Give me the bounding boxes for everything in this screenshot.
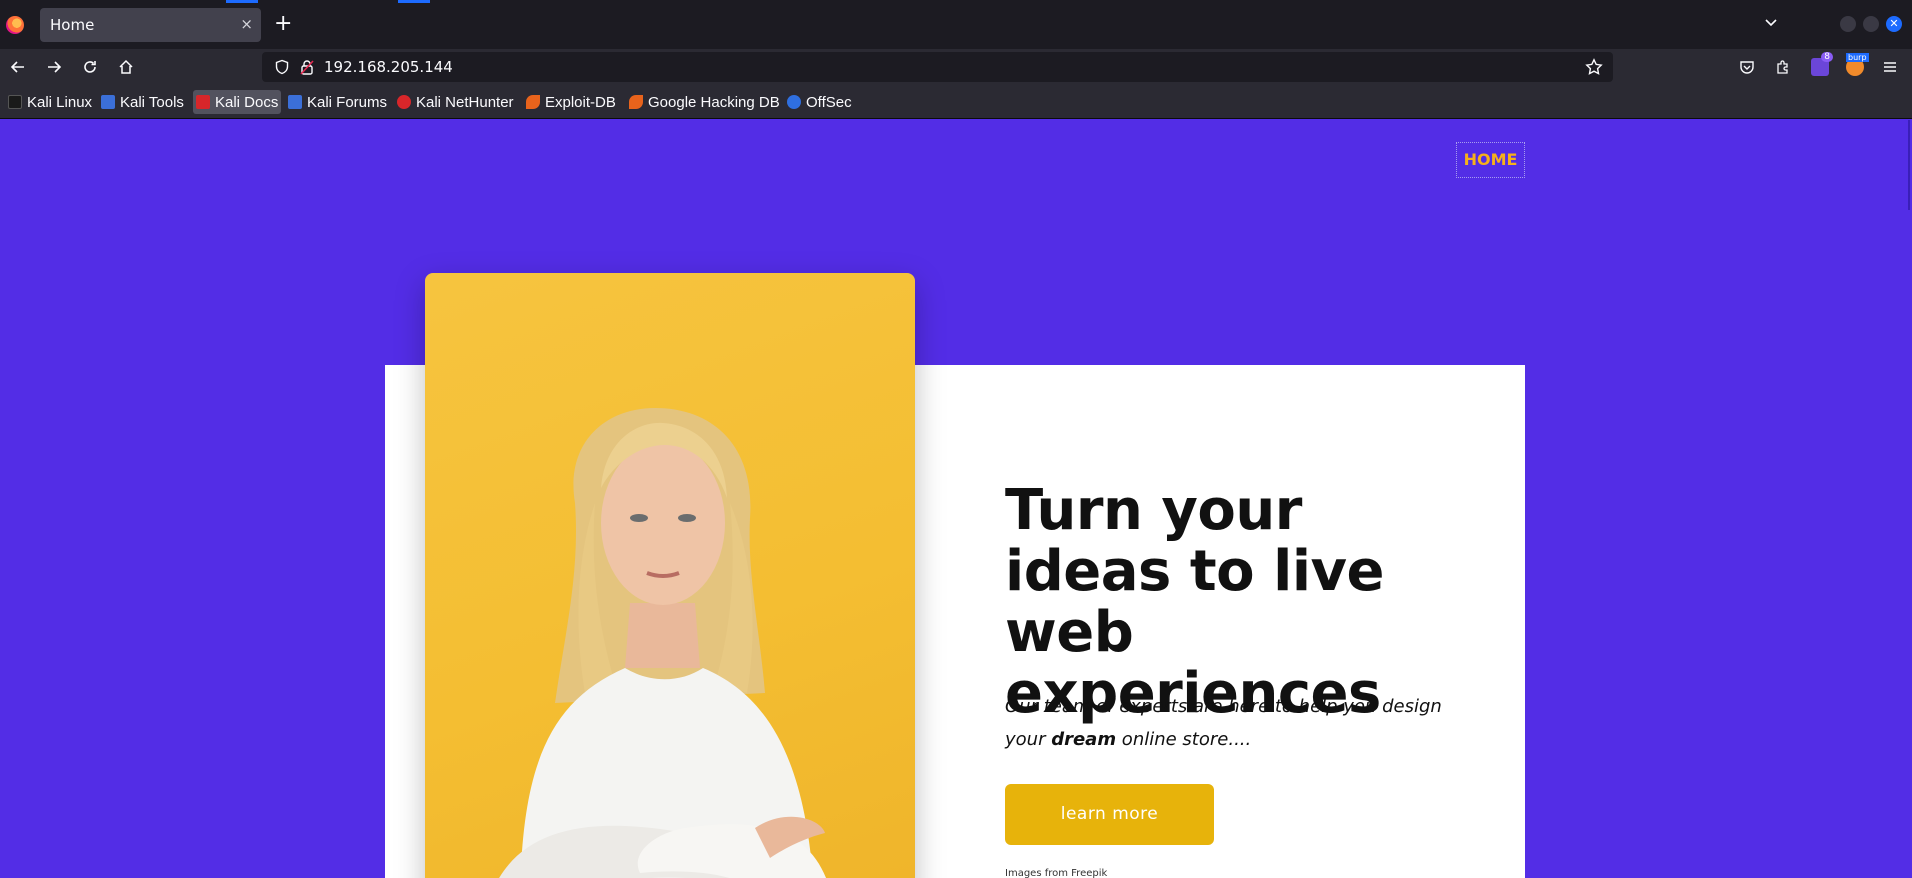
extension-icon: 8 <box>1811 52 1833 76</box>
address-bar[interactable]: 192.168.205.144 <box>262 52 1613 82</box>
bookmark-label: OffSec <box>806 93 852 111</box>
hero-subtext-part2: online store.... <box>1116 729 1252 750</box>
offsec-icon <box>787 95 801 109</box>
bookmark-label: Kali Linux <box>27 93 93 111</box>
kali-dragon-icon <box>8 95 22 109</box>
home-button[interactable] <box>114 55 138 79</box>
bookmark-kali-tools[interactable]: Kali Tools <box>98 90 187 114</box>
ghdb-icon <box>629 95 643 109</box>
puzzle-icon <box>1777 60 1788 74</box>
bookmark-label: Exploit-DB <box>545 93 616 111</box>
burp-icon: burp <box>1846 53 1869 76</box>
forward-button[interactable] <box>42 55 66 79</box>
bookmark-label: Kali Forums <box>307 93 388 111</box>
kali-tools-icon <box>101 95 115 109</box>
hero-subtext: Our team of experts are here to help you… <box>1005 690 1465 756</box>
bookmark-label: Kali NetHunter <box>416 93 514 111</box>
bookmark-kali-linux[interactable]: Kali Linux <box>5 90 95 114</box>
kali-forums-icon <box>288 95 302 109</box>
bookmark-label: Kali Docs <box>215 93 279 111</box>
maximize-button[interactable] <box>1863 16 1879 32</box>
bookmark-kali-nethunter[interactable]: Kali NetHunter <box>394 90 517 114</box>
hero-headline: Turn your ideas to live web experiences <box>1005 478 1385 726</box>
reload-icon <box>84 61 96 73</box>
hamburger-menu-icon <box>1884 62 1896 72</box>
tab-accent <box>398 0 430 3</box>
kali-docs-icon <box>196 95 210 109</box>
firefox-logo-icon[interactable] <box>6 16 24 34</box>
chevron-down-icon[interactable] <box>1764 16 1778 30</box>
hero-subtext-bold: dream <box>1051 729 1117 750</box>
tab-bar: Home × + ✕ <box>0 0 1912 49</box>
close-window-button[interactable]: ✕ <box>1886 16 1902 32</box>
bookmark-google-hacking-db[interactable]: Google Hacking DB <box>626 90 783 114</box>
exploit-db-icon <box>526 95 540 109</box>
tab-accent <box>226 0 258 3</box>
pocket-icon <box>1740 61 1754 74</box>
bookmark-offsec[interactable]: OffSec <box>784 90 855 114</box>
menu-button[interactable] <box>1878 55 1902 79</box>
nethunter-icon <box>397 95 411 109</box>
home-icon <box>119 59 133 74</box>
minimize-button[interactable] <box>1840 16 1856 32</box>
bookmark-label: Kali Tools <box>120 93 184 111</box>
navigation-toolbar: 192.168.205.144 8 burp <box>0 49 1912 85</box>
tab-home[interactable]: Home × <box>40 8 261 42</box>
insecure-lock-icon[interactable] <box>300 59 314 75</box>
bookmark-star-icon[interactable] <box>1585 58 1603 76</box>
extension-badge: 8 <box>1821 52 1833 62</box>
arrow-right-icon <box>48 61 62 73</box>
extensions-button[interactable] <box>1771 55 1795 79</box>
bookmark-kali-forums[interactable]: Kali Forums <box>285 90 390 114</box>
bookmark-exploit-db[interactable]: Exploit-DB <box>523 90 619 114</box>
image-credit: Images from Freepik <box>1005 868 1108 878</box>
hero-photo <box>425 273 915 878</box>
bookmarks-toolbar: Kali Linux Kali Tools Kali Docs Kali For… <box>0 85 1912 119</box>
bookmark-kali-docs[interactable]: Kali Docs <box>193 90 282 114</box>
learn-more-button[interactable]: learn more <box>1005 784 1214 845</box>
web-page: HOME Turn your ideas to live web experie… <box>0 120 1912 878</box>
bookmark-label: Google Hacking DB <box>648 93 780 111</box>
new-tab-button[interactable]: + <box>274 11 292 37</box>
pocket-button[interactable] <box>1735 55 1759 79</box>
url-text[interactable]: 192.168.205.144 <box>324 58 453 76</box>
arrow-left-icon <box>10 61 24 73</box>
woman-portrait-image <box>499 408 826 878</box>
burp-extension-button[interactable]: burp <box>1843 53 1869 79</box>
scrollbar[interactable] <box>1908 120 1910 210</box>
shield-icon[interactable] <box>274 59 290 75</box>
close-tab-icon[interactable]: × <box>240 15 253 33</box>
burp-label: burp <box>1846 53 1869 62</box>
extension-button[interactable]: 8 <box>1808 52 1833 79</box>
back-button[interactable] <box>6 55 30 79</box>
tab-title: Home <box>50 16 95 34</box>
reload-button[interactable] <box>78 55 102 79</box>
nav-home-link[interactable]: HOME <box>1456 142 1525 178</box>
